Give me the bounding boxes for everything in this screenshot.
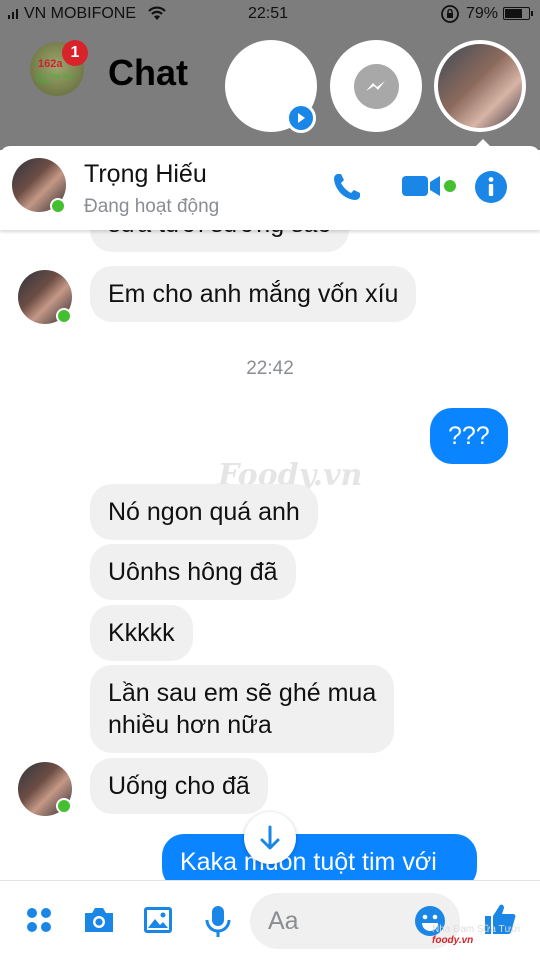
message-bubble[interactable]: Uống cho đã — [90, 758, 268, 814]
message-bubble[interactable]: Lần sau em sẽ ghé mua nhiều hơn nữa — [90, 665, 395, 753]
video-online-indicator — [444, 180, 456, 192]
message-input-placeholder: Aa — [268, 907, 299, 935]
rotation-lock-icon — [441, 5, 459, 23]
play-icon — [286, 103, 316, 133]
conversation-header: Trọng Hiếu Đang hoạt động — [0, 146, 540, 230]
timestamp-separator: 22:42 — [246, 358, 294, 379]
status-time: 22:51 — [248, 5, 289, 22]
message-bubble[interactable]: Uônhs hông đã — [90, 544, 296, 600]
info-icon[interactable] — [474, 170, 508, 204]
battery-percent: 79% — [466, 5, 499, 22]
app-title: Chat — [108, 52, 188, 93]
arrow-down-icon — [260, 825, 280, 850]
carrier-label: VN MOBIFONE — [8, 5, 136, 23]
contact-name[interactable]: Trọng Hiếu — [84, 160, 207, 189]
notification-badge: 1 — [62, 40, 88, 66]
message-bubble[interactable]: Nó ngon quá anh — [90, 484, 318, 540]
composer-bar: Aa — [0, 880, 540, 960]
footer-watermark-text: Nha Đam Sữa Tươi — [432, 924, 521, 935]
online-indicator — [50, 198, 66, 214]
status-bar: VN MOBIFONE 22:51 79% — [0, 0, 540, 28]
message-bubble[interactable]: Kkkkk — [90, 605, 193, 661]
message-list[interactable]: sữa tươi sương sáo Em cho anh mắng vốn x… — [0, 200, 540, 880]
logo-subtext: Chè Thái Sữa Tươi — [36, 74, 74, 86]
signal-icon — [8, 9, 18, 19]
online-indicator — [56, 798, 72, 814]
chat-head-contact[interactable] — [434, 40, 526, 132]
video-camera-icon[interactable] — [400, 170, 444, 202]
message-bubble-own[interactable]: ??? — [430, 408, 508, 464]
message-bubble-own[interactable]: Kaka muốn tuột tim với — [162, 834, 477, 880]
footer-watermark: Nha Đam Sữa Tươi foody.vn — [432, 924, 520, 946]
messenger-icon — [354, 64, 399, 109]
contact-status: Đang hoạt động — [84, 196, 220, 217]
scroll-to-bottom-button[interactable] — [244, 812, 296, 864]
battery-icon — [503, 7, 533, 20]
gallery-icon[interactable] — [142, 905, 174, 935]
more-apps-icon[interactable] — [24, 905, 54, 935]
chat-head-messenger[interactable] — [330, 40, 422, 132]
wifi-icon — [148, 6, 166, 20]
footer-watermark-logo: foody.vn — [432, 935, 474, 946]
message-bubble[interactable]: Em cho anh mắng vốn xíu — [90, 266, 417, 322]
online-indicator — [56, 308, 72, 324]
message-input[interactable]: Aa — [250, 893, 460, 949]
camera-icon[interactable] — [82, 905, 116, 935]
phone-icon[interactable] — [330, 170, 364, 204]
microphone-icon[interactable] — [204, 905, 232, 939]
logo-text: 162a — [38, 58, 63, 70]
